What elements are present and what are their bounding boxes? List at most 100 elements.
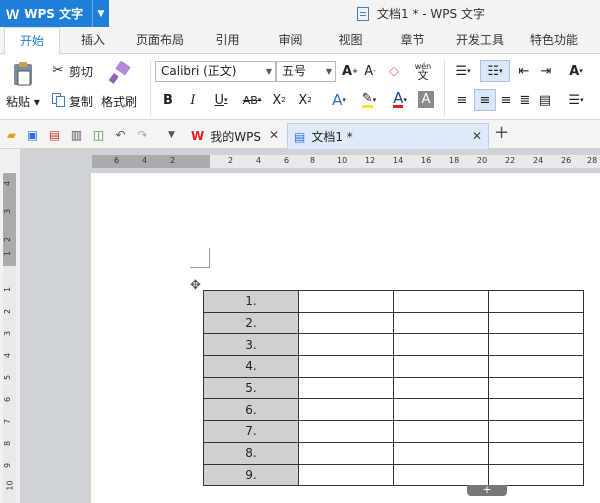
save-icon[interactable]: ▣ — [25, 127, 40, 142]
text-direction-icon[interactable]: A ▾ — [562, 62, 590, 80]
customize-chevron-icon[interactable]: ▼ — [164, 127, 179, 142]
char-shade-icon[interactable]: A — [418, 91, 434, 108]
table-cell[interactable] — [298, 420, 394, 443]
align-right-icon[interactable]: ≡ — [497, 91, 515, 109]
line-spacing-icon[interactable]: ☰ ▾ — [563, 91, 589, 109]
clear-format-icon[interactable]: ◇ — [385, 62, 403, 80]
tab-document1[interactable]: ▤ 文档1 * ✕ — [287, 123, 489, 149]
font-size-select[interactable]: 五号 ▼ — [276, 61, 336, 82]
open-icon[interactable]: ▰ — [4, 127, 19, 142]
table-cell[interactable] — [488, 355, 584, 378]
app-menu-button[interactable]: W WPS 文字 ▼ — [0, 0, 109, 27]
table-cell[interactable] — [298, 398, 394, 422]
table-cell[interactable] — [393, 311, 489, 335]
table-number-cell[interactable]: 1. — [203, 290, 299, 313]
table-number-cell[interactable]: 6. — [203, 398, 299, 422]
bullet-list-icon[interactable]: ☰ ▾ — [451, 62, 475, 80]
tab-page-layout[interactable]: 页面布局 — [130, 27, 190, 54]
cut-icon[interactable]: ✂ — [50, 62, 66, 78]
table-cell[interactable] — [393, 333, 489, 357]
cut-button[interactable]: 剪切 — [69, 63, 93, 80]
table-cell[interactable] — [393, 463, 489, 487]
vertical-ruler[interactable]: 4 3 2 1 1 2 3 4 5 6 7 8 9 10 — [3, 173, 16, 503]
table-number-cell[interactable]: 5. — [203, 376, 299, 400]
format-painter-icon[interactable] — [108, 60, 132, 86]
underline-icon[interactable]: U ▾ — [208, 91, 234, 109]
table-cell[interactable] — [488, 463, 584, 487]
add-row-button[interactable]: + — [467, 484, 507, 496]
format-painter-button[interactable]: 格式刷 — [101, 93, 137, 110]
table-cell[interactable] — [298, 311, 394, 335]
table-cell[interactable] — [393, 441, 489, 465]
close-icon[interactable]: ✕ — [269, 128, 279, 142]
table-cell[interactable] — [488, 290, 584, 313]
table-cell[interactable] — [393, 420, 489, 443]
justify-icon[interactable]: ≣ — [516, 91, 534, 109]
distribute-icon[interactable]: ▤ — [536, 91, 554, 109]
subscript-icon[interactable]: X2 — [296, 91, 314, 109]
font-color-icon[interactable]: A ▾ — [386, 91, 414, 109]
tab-home[interactable]: 开始 — [4, 27, 60, 55]
document-table[interactable]: 1. 2. 3. 4. 5. 6. 7. 8. 9. — [203, 290, 584, 487]
font-shrink-icon[interactable]: A- — [361, 62, 379, 80]
table-cell[interactable] — [298, 441, 394, 465]
undo-icon[interactable]: ↶ — [113, 127, 128, 142]
table-cell[interactable] — [393, 398, 489, 422]
highlight-icon[interactable]: ✎ ▾ — [355, 91, 383, 109]
italic-icon[interactable]: I — [185, 91, 201, 109]
tab-review[interactable]: 审阅 — [268, 27, 313, 54]
app-menu-chevron-icon[interactable]: ▼ — [92, 0, 109, 27]
align-left-icon[interactable]: ≡ — [453, 91, 471, 109]
text-effect-icon[interactable]: A ▾ — [325, 91, 353, 109]
table-cell[interactable] — [298, 376, 394, 400]
close-icon[interactable]: ✕ — [472, 129, 482, 143]
table-number-cell[interactable]: 8. — [203, 441, 299, 465]
table-cell[interactable] — [393, 376, 489, 400]
tab-features[interactable]: 特色功能 — [522, 27, 586, 54]
copy-button[interactable]: 复制 — [69, 93, 93, 110]
decrease-indent-icon[interactable]: ⇤ — [515, 62, 533, 80]
table-cell[interactable] — [298, 355, 394, 378]
table-number-cell[interactable]: 4. — [203, 355, 299, 378]
align-center-icon[interactable]: ≡ — [474, 89, 496, 111]
table-number-cell[interactable]: 2. — [203, 311, 299, 335]
print-icon[interactable]: ▥ — [69, 127, 84, 142]
new-tab-button[interactable]: + — [494, 122, 509, 143]
tab-my-wps[interactable]: W 我的WPS ✕ — [185, 123, 285, 149]
pdf-icon[interactable]: ▤ — [47, 127, 62, 142]
copy-icon[interactable] — [50, 92, 66, 108]
table-cell[interactable] — [298, 290, 394, 313]
table-cell[interactable] — [488, 376, 584, 400]
table-cell[interactable] — [393, 290, 489, 313]
tab-insert[interactable]: 插入 — [68, 27, 118, 54]
redo-icon[interactable]: ↷ — [135, 127, 150, 142]
table-number-cell[interactable]: 7. — [203, 420, 299, 443]
table-cell[interactable] — [488, 398, 584, 422]
table-move-icon[interactable]: ✥ — [190, 278, 201, 293]
table-cell[interactable] — [488, 441, 584, 465]
font-name-select[interactable]: Calibri (正文) ▼ — [155, 61, 276, 82]
paste-icon[interactable] — [10, 60, 36, 88]
table-cell[interactable] — [488, 311, 584, 335]
superscript-icon[interactable]: X2 — [270, 91, 288, 109]
increase-indent-icon[interactable]: ⇥ — [537, 62, 555, 80]
numbered-list-icon[interactable]: ☷ ▾ — [480, 60, 510, 82]
pinyin-icon[interactable]: wén 文 — [411, 58, 435, 84]
font-grow-icon[interactable]: A + — [341, 62, 359, 80]
bold-icon[interactable]: B — [160, 91, 176, 109]
horizontal-ruler[interactable]: 6 4 2 2 4 6 8 10 12 14 16 18 20 22 24 26… — [92, 155, 600, 168]
strikethrough-icon[interactable]: AB ▾ — [238, 91, 266, 109]
tab-references[interactable]: 引用 — [205, 27, 250, 54]
tab-view[interactable]: 视图 — [328, 27, 373, 54]
table-number-cell[interactable]: 3. — [203, 333, 299, 357]
table-cell[interactable] — [298, 333, 394, 357]
table-cell[interactable] — [393, 355, 489, 378]
tab-section[interactable]: 章节 — [390, 27, 435, 54]
table-cell[interactable] — [488, 420, 584, 443]
table-cell[interactable] — [298, 463, 394, 487]
table-cell[interactable] — [488, 333, 584, 357]
paste-button[interactable]: 粘贴 ▾ — [6, 93, 40, 110]
table-number-cell[interactable]: 9. — [203, 463, 299, 487]
tab-developer[interactable]: 开发工具 — [448, 27, 512, 54]
preview-icon[interactable]: ◫ — [91, 127, 106, 142]
